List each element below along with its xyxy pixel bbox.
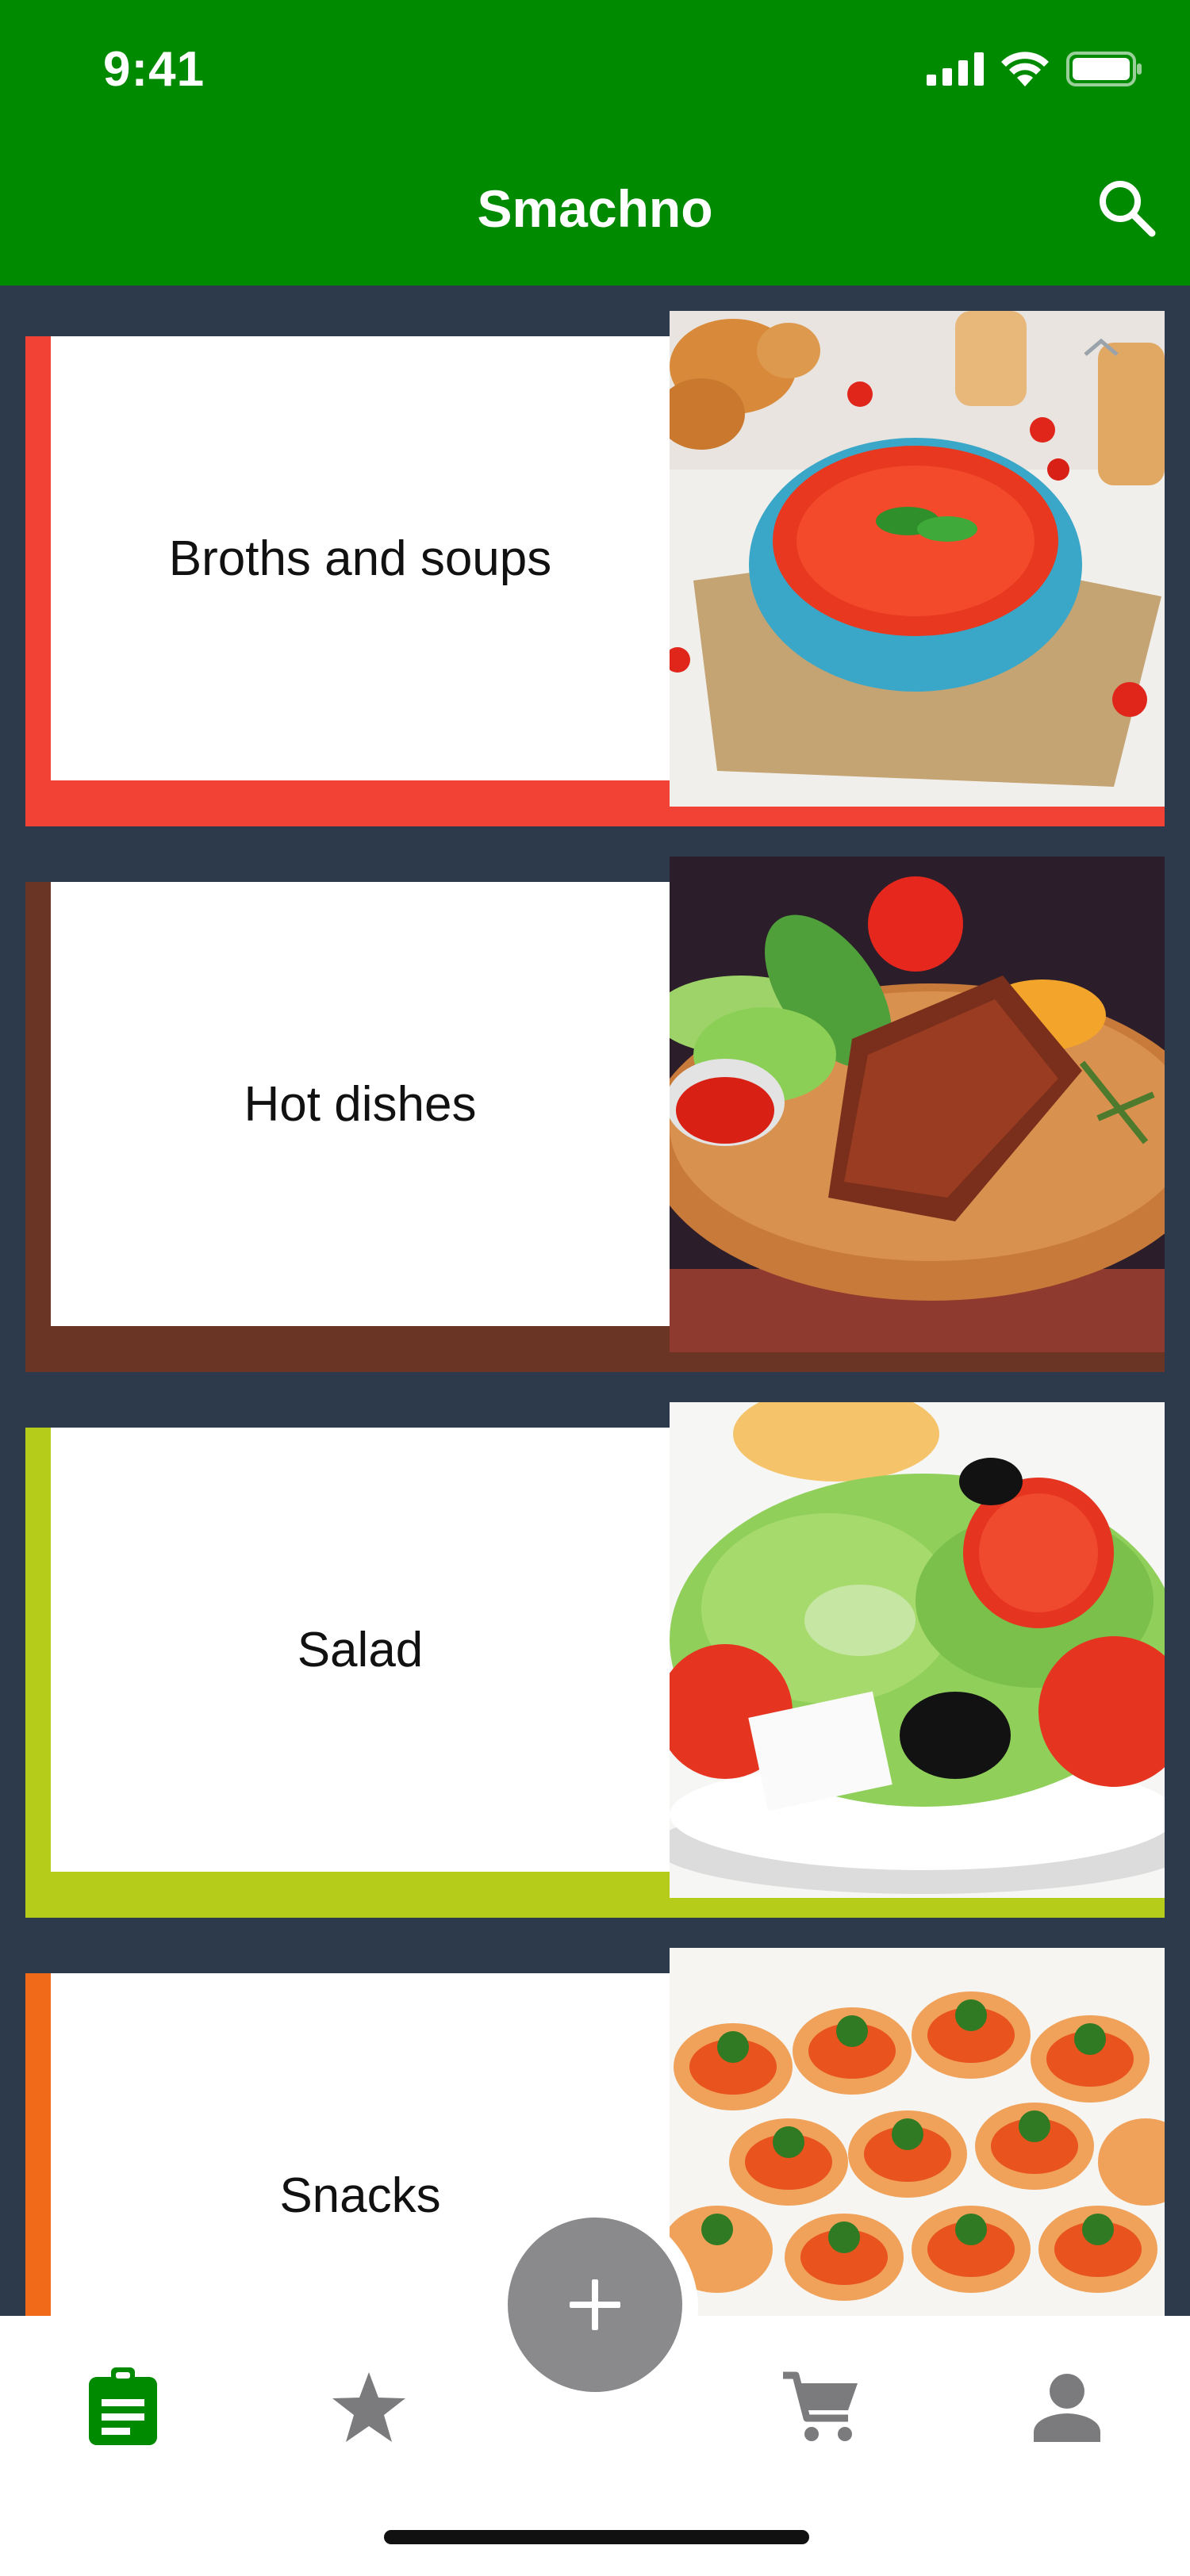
signal-icon bbox=[927, 52, 984, 86]
category-label-box: Hot dishes bbox=[51, 882, 670, 1326]
category-photo bbox=[670, 311, 1165, 807]
add-icon bbox=[570, 2279, 620, 2330]
category-label: Hot dishes bbox=[244, 1076, 477, 1132]
tab-recipes[interactable] bbox=[79, 2363, 167, 2451]
category-card[interactable]: Broths and soups bbox=[25, 311, 1165, 826]
app-title: Smachno bbox=[477, 179, 713, 238]
category-label-box: Broths and soups bbox=[51, 336, 670, 780]
profile-icon bbox=[1034, 2374, 1100, 2442]
search-button[interactable] bbox=[1095, 176, 1158, 240]
category-list[interactable]: Broths and soups Hot dishes Salad Snacks bbox=[0, 286, 1190, 2316]
status-time: 9:41 bbox=[103, 42, 205, 97]
category-label-box: Salad bbox=[51, 1428, 670, 1872]
category-label: Salad bbox=[297, 1622, 424, 1677]
cart-icon bbox=[783, 2371, 858, 2441]
battery-icon bbox=[1066, 52, 1142, 86]
category-label: Snacks bbox=[279, 2168, 441, 2223]
app-header: 9:41 Smachno bbox=[0, 0, 1190, 286]
category-photo bbox=[670, 1948, 1165, 2316]
category-photo bbox=[670, 857, 1165, 1352]
category-card[interactable]: Hot dishes bbox=[25, 857, 1165, 1372]
category-accent-bar bbox=[670, 1352, 1165, 1372]
category-accent-bar bbox=[670, 807, 1165, 826]
tab-cart[interactable] bbox=[777, 2363, 865, 2451]
search-icon bbox=[1100, 181, 1156, 237]
category-accent-bar bbox=[670, 1898, 1165, 1918]
category-photo bbox=[670, 1402, 1165, 1898]
chevron-up-icon[interactable] bbox=[1081, 335, 1121, 358]
tab-favorites[interactable] bbox=[325, 2363, 413, 2451]
wifi-icon bbox=[1001, 52, 1049, 86]
status-icons bbox=[927, 49, 1142, 89]
category-card[interactable]: Salad bbox=[25, 1402, 1165, 1918]
star-icon bbox=[332, 2372, 405, 2442]
tab-profile[interactable] bbox=[1023, 2363, 1111, 2451]
home-indicator bbox=[384, 2530, 809, 2544]
add-recipe-button[interactable] bbox=[508, 2218, 682, 2392]
category-label: Broths and soups bbox=[168, 531, 552, 586]
clipboard-icon bbox=[89, 2367, 157, 2445]
